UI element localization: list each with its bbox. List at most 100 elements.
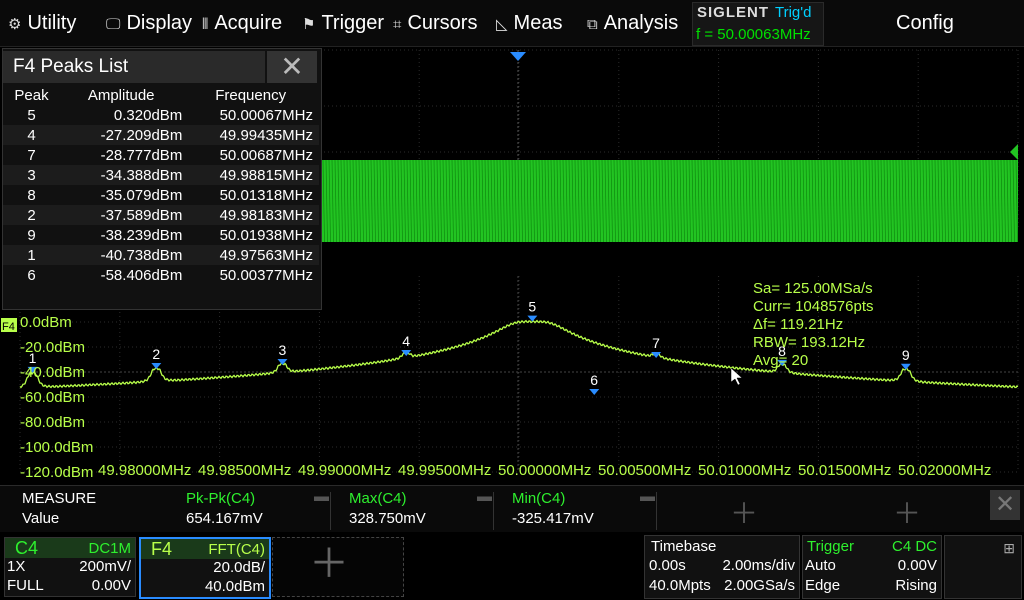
- c4-coupling: DC1M: [88, 540, 131, 557]
- trigger-flag-icon: ⚑: [302, 16, 316, 33]
- brand-logo: SIGLENT: [697, 4, 770, 21]
- measure-item-name[interactable]: Max(C4): [349, 490, 407, 507]
- trigger-type: Edge: [805, 577, 841, 594]
- peak-frequency: 50.00377MHz: [219, 266, 313, 284]
- measure-item-collapse[interactable]: ▬: [314, 488, 329, 505]
- menu-cursors-label: Cursors: [407, 12, 478, 34]
- trigger-source: C4 DC: [891, 538, 937, 555]
- x-tick-label: 50.01000MHz: [698, 462, 791, 479]
- menu-bar: ⚙ Utility 🖵 Display ⫴ Acquire ⚑ Trigger ⌗ Cur…: [0, 0, 1024, 47]
- analysis-icon: ⧉: [587, 16, 598, 33]
- x-tick-label: 50.00000MHz: [498, 462, 591, 479]
- peak-row[interactable]: 8 -35.079dBm 50.01318MHz: [3, 185, 319, 205]
- header-frequency: Frequency: [215, 86, 287, 104]
- fft-info-line: Δf= 119.21Hz: [753, 316, 843, 333]
- peak-marker-label: 7: [652, 335, 660, 351]
- peak-marker: [151, 362, 162, 369]
- peak-row[interactable]: 6 -58.406dBm 50.00377MHz: [3, 265, 319, 285]
- measure-item-collapse[interactable]: ▬: [640, 488, 655, 505]
- network-icon: ⊞: [1003, 540, 1015, 556]
- peak-number: 1: [3, 245, 61, 265]
- peak-number: 3: [3, 165, 61, 185]
- peak-number: 6: [27, 266, 36, 284]
- fft-info-line: RBW= 193.12Hz: [753, 334, 865, 351]
- f4-scale: 20.0dB/: [213, 559, 265, 576]
- menu-meas[interactable]: ◺ Meas: [496, 0, 562, 46]
- measure-item-collapse[interactable]: ▬: [477, 488, 492, 505]
- fft-trace: [19, 319, 1019, 389]
- add-icon: ＋: [309, 542, 349, 586]
- x-tick-label: 50.00500MHz: [598, 462, 691, 479]
- c4-name: C4: [15, 538, 39, 558]
- peak-row[interactable]: 1 -40.738dBm 49.97563MHz: [3, 245, 319, 265]
- peak-number: 7: [27, 146, 36, 164]
- peak-number: 4: [3, 125, 61, 145]
- menu-analysis[interactable]: ⧉ Analysis: [587, 0, 678, 46]
- peak-number: 9: [27, 226, 36, 244]
- peaks-list-title: F4 Peaks List: [3, 51, 265, 83]
- menu-display-label: Display: [126, 12, 193, 34]
- peak-row[interactable]: 9 -38.239dBm 50.01938MHz: [3, 225, 319, 245]
- meas-icon: ◺: [496, 16, 508, 33]
- add-measure-icon[interactable]: ＋: [730, 492, 758, 532]
- fft-x-axis-labels: 49.98000MHz 49.98500MHz 49.99000MHz 49.9950…: [98, 462, 991, 479]
- peak-row[interactable]: 7 -28.777dBm 50.00687MHz: [3, 145, 319, 165]
- menu-cursors[interactable]: ⌗ Cursors: [393, 0, 477, 46]
- c4-channel-box[interactable]: C4 DC1M 1X 200mV/ FULL 0.00V: [4, 537, 136, 597]
- peak-frequency: 49.98815MHz: [188, 165, 319, 185]
- c4-level-marker[interactable]: [1010, 144, 1018, 160]
- menu-acquire[interactable]: ⫴ Acquire: [202, 0, 282, 46]
- add-measure-icon[interactable]: ＋: [893, 492, 921, 532]
- menu-display[interactable]: 🖵 Display: [106, 0, 192, 46]
- trigger-box[interactable]: Trigger C4 DC Auto 0.00V Edge Rising: [802, 535, 942, 599]
- y-tick-label: -60.0dBm: [20, 389, 85, 406]
- menu-trigger[interactable]: ⚑ Trigger: [302, 0, 384, 46]
- mouse-pointer-icon: [730, 367, 743, 386]
- timebase-scale: 2.00ms/div: [722, 557, 795, 574]
- menu-analysis-label: Analysis: [603, 12, 679, 34]
- c4-scale: 200mV/: [79, 558, 131, 575]
- peak-frequency: 49.97563MHz: [188, 245, 319, 265]
- config-button[interactable]: Config: [896, 0, 954, 46]
- separator: [656, 492, 657, 530]
- peak-number: 5: [27, 106, 36, 124]
- peak-row[interactable]: 4 -27.209dBm 49.99435MHz: [3, 125, 319, 145]
- peak-row[interactable]: 2 -37.589dBm 49.98183MHz: [3, 205, 319, 225]
- header-peak: Peak: [14, 86, 49, 104]
- measure-item-name[interactable]: Pk-Pk(C4): [186, 490, 255, 507]
- close-icon[interactable]: ✕: [990, 490, 1020, 520]
- x-tick-label: 50.01500MHz: [798, 462, 891, 479]
- peak-amplitude: -58.406dBm: [100, 266, 183, 284]
- display-icon: 🖵: [106, 16, 121, 33]
- f4-source: FFT(C4): [208, 541, 265, 558]
- peak-number: 8: [27, 186, 36, 204]
- memory-depth: 40.0Mpts: [649, 577, 711, 594]
- trigger-title: Trigger: [807, 538, 854, 555]
- close-icon[interactable]: ✕: [267, 51, 317, 83]
- menu-utility[interactable]: ⚙ Utility: [8, 0, 76, 46]
- c4-offset: 0.00V: [91, 577, 131, 594]
- fft-info-line: Sa= 125.00MSa/s: [753, 280, 873, 297]
- measure-item-name[interactable]: Min(C4): [512, 490, 565, 507]
- peak-marker-label: 6: [590, 372, 598, 388]
- bottom-bar: C4 DC1M 1X 200mV/ FULL 0.00V F4 FFT(C4) …: [0, 533, 1024, 600]
- add-channel-button[interactable]: ＋: [272, 537, 404, 597]
- peaks-list-panel: F4 Peaks List ✕ Peak Amplitude Frequency…: [2, 48, 322, 310]
- fft-info-text: Sa= 125.00MSa/sCurr= 1048576ptsΔf= 119.2…: [753, 280, 874, 369]
- peaks-table-header: Peak Amplitude Frequency: [3, 85, 319, 105]
- timebase-box[interactable]: Timebase 0.00s 2.00ms/div 40.0Mpts 2.00G…: [644, 535, 800, 599]
- gear-icon: ⚙: [8, 16, 22, 33]
- peak-row[interactable]: 5 0.320dBm 50.00067MHz: [3, 105, 319, 125]
- trigger-slope: Rising: [895, 577, 937, 594]
- timebase-delay: 0.00s: [649, 557, 686, 574]
- peak-marker-label: 5: [528, 299, 536, 315]
- peak-amplitude: -27.209dBm: [60, 125, 189, 145]
- y-tick-label: -100.0dBm: [20, 439, 93, 456]
- network-status-box[interactable]: ⊞: [944, 535, 1022, 599]
- peak-row[interactable]: 3 -34.388dBm 49.98815MHz: [3, 165, 319, 185]
- c4-bandwidth: FULL: [7, 577, 44, 594]
- f4-channel-box[interactable]: F4 FFT(C4) 20.0dB/ 40.0dBm: [139, 537, 271, 599]
- trigger-position-marker[interactable]: [510, 52, 526, 61]
- peak-amplitude: 0.320dBm: [113, 106, 183, 124]
- trigger-level: 0.00V: [897, 557, 937, 574]
